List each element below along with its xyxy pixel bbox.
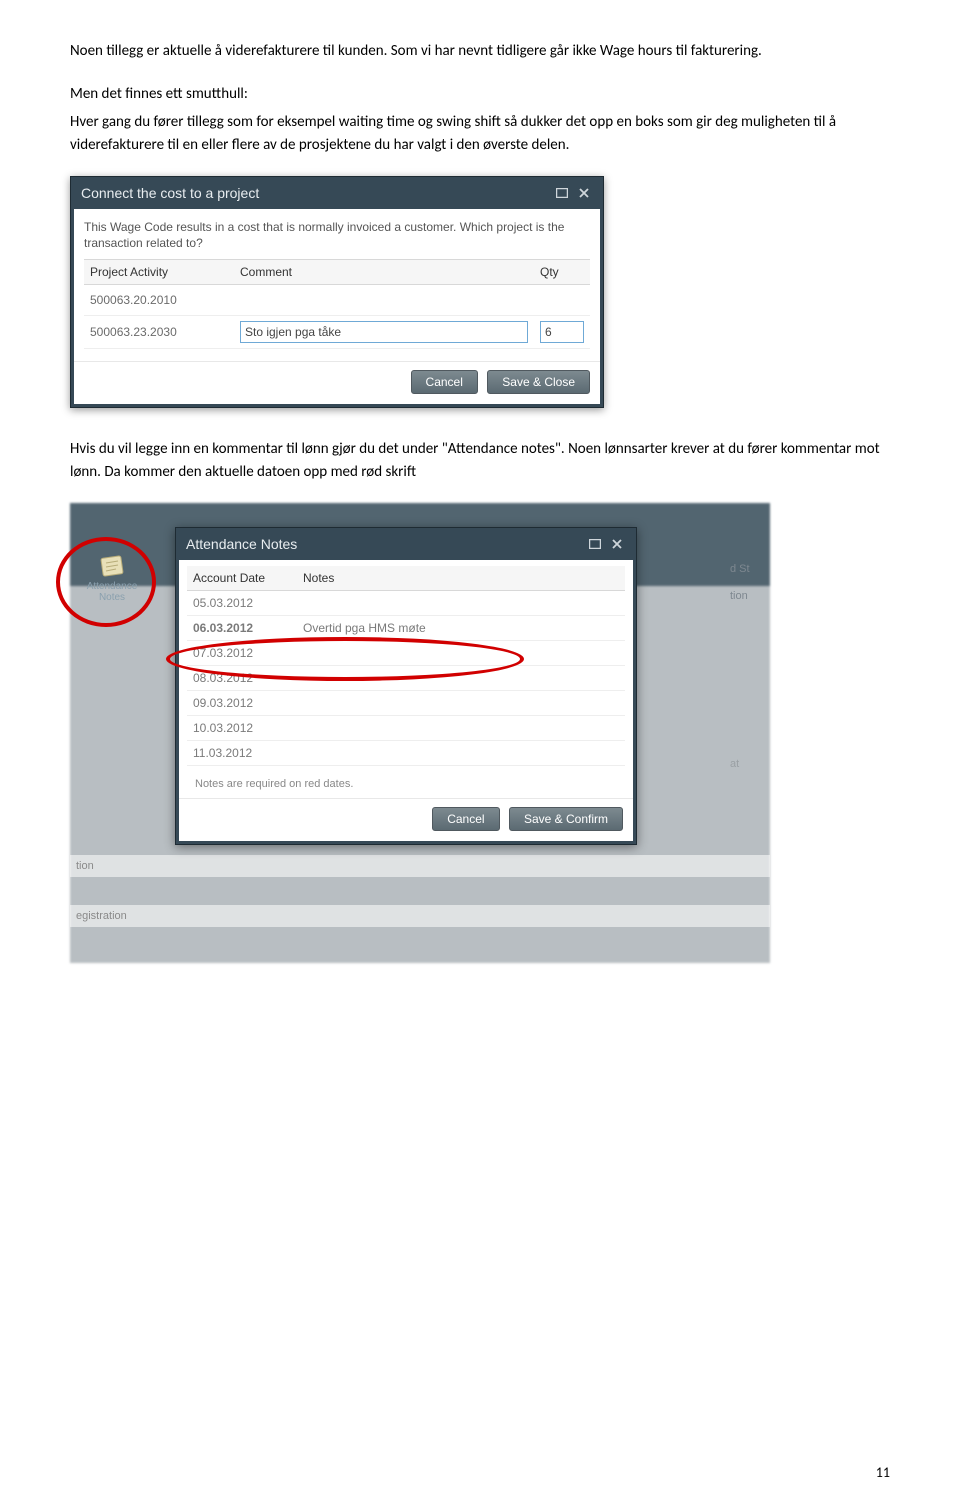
figure-attendance-notes: d St tion at tion egistration Attendance… (70, 503, 770, 963)
connect-cost-dialog: Connect the cost to a project This Wage … (70, 176, 604, 408)
dialog-title: Connect the cost to a project (81, 185, 549, 201)
table-row[interactable]: 09.03.2012 (187, 691, 625, 716)
bg-text: egistration (70, 905, 770, 927)
cost-table: Project Activity Comment Qty 500063.20.2… (84, 259, 590, 349)
comment-cell[interactable] (240, 297, 528, 303)
paragraph-1: Noen tillegg er aktuelle å viderefakture… (70, 40, 890, 63)
note-cell[interactable] (297, 741, 625, 766)
activity-cell: 500063.20.2010 (90, 290, 228, 310)
paragraph-4: Hvis du vil legge inn en kommentar til l… (70, 438, 890, 483)
paragraph-2: Men det finnes ett smutthull: (70, 83, 890, 106)
close-icon[interactable] (575, 185, 593, 201)
dialog-titlebar: Connect the cost to a project (71, 177, 603, 209)
comment-input[interactable] (240, 321, 528, 343)
activity-cell: 500063.23.2030 (90, 322, 228, 342)
qty-input[interactable] (540, 321, 584, 343)
col-account-date: Account Date (187, 566, 297, 591)
date-cell: 11.03.2012 (187, 741, 297, 766)
save-confirm-button[interactable]: Save & Confirm (509, 807, 623, 831)
date-cell: 05.03.2012 (187, 591, 297, 616)
close-icon[interactable] (608, 536, 626, 552)
qty-cell[interactable] (540, 297, 584, 303)
table-row: 500063.20.2010 (84, 285, 590, 316)
annotation-circle-icon (56, 537, 156, 627)
notes-footer: Notes are required on red dates. (187, 766, 625, 796)
table-row[interactable]: 10.03.2012 (187, 716, 625, 741)
cancel-button[interactable]: Cancel (432, 807, 499, 831)
figure-connect-cost: Connect the cost to a project This Wage … (70, 176, 890, 408)
save-close-button[interactable]: Save & Close (487, 370, 590, 394)
note-cell[interactable] (297, 691, 625, 716)
table-row[interactable]: 05.03.2012 (187, 591, 625, 616)
date-cell: 10.03.2012 (187, 716, 297, 741)
note-cell[interactable] (297, 716, 625, 741)
attendance-notes-dialog: Attendance Notes Account Date Notes 05.0… (175, 527, 637, 845)
date-cell: 06.03.2012 (187, 616, 297, 641)
col-project-activity: Project Activity (84, 260, 234, 285)
date-cell: 09.03.2012 (187, 691, 297, 716)
col-notes: Notes (297, 566, 625, 591)
dialog-title: Attendance Notes (186, 536, 582, 552)
dialog-titlebar: Attendance Notes (176, 528, 636, 560)
table-row[interactable]: 11.03.2012 (187, 741, 625, 766)
col-comment: Comment (234, 260, 534, 285)
bg-text: at (724, 753, 770, 775)
maximize-icon[interactable] (586, 536, 604, 552)
col-qty: Qty (534, 260, 590, 285)
dialog-intro: This Wage Code results in a cost that is… (84, 219, 590, 251)
paragraph-3: Hver gang du fører tillegg som for eksem… (70, 111, 890, 156)
bg-text: tion (70, 855, 770, 877)
table-row: 500063.23.2030 (84, 316, 590, 349)
table-row[interactable]: 06.03.2012Overtid pga HMS møte (187, 616, 625, 641)
cancel-button[interactable]: Cancel (411, 370, 478, 394)
page-number: 11 (876, 1464, 890, 1481)
bg-text: tion (724, 585, 770, 607)
maximize-icon[interactable] (553, 185, 571, 201)
note-cell[interactable] (297, 591, 625, 616)
bg-text: d St (724, 558, 770, 580)
